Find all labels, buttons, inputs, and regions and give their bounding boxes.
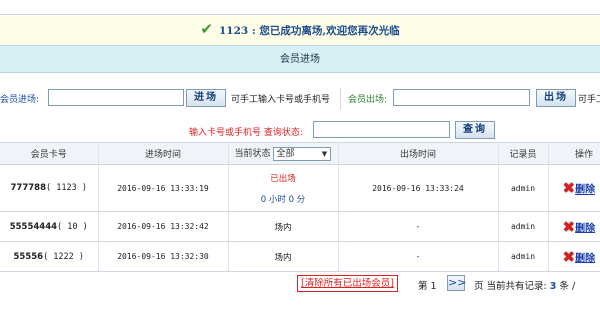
in-time-cell: 2016-09-16 13:33:19 (98, 164, 229, 212)
exit-button[interactable]: 出场 (536, 89, 576, 107)
page-indicator: 第 1 (418, 281, 437, 292)
total-prefix: 页 当前共有记录: (474, 281, 547, 292)
card-cell: 55554444( 10 ) (0, 211, 99, 242)
header-action: 操作 (548, 142, 600, 165)
status-filter-value: 全部 (276, 148, 295, 159)
entry-card-input[interactable] (48, 89, 184, 106)
in-time-cell: 2016-09-16 13:32:42 (98, 211, 229, 242)
entry-button[interactable]: 进场 (186, 89, 226, 107)
table-row: 55554444( 10 ) 2016-09-16 13:32:42 场内 - … (0, 211, 600, 242)
section-title: 会员进场 (0, 46, 600, 73)
header-recorder: 记录员 (498, 142, 549, 165)
success-notice: ✔ 1123 : 您已成功离场,欢迎您再次光临 (0, 14, 600, 46)
header-status: 当前状态 全部 ▼ (228, 142, 339, 165)
entry-hint: 可手工输入卡号或手机号 (231, 95, 331, 105)
exit-card-input[interactable] (393, 89, 530, 106)
record-total: 页 当前共有记录: 3 条 / (474, 278, 575, 292)
exit-hint: 可手工 (578, 95, 600, 105)
duration-text: 0 小时 0 分 (260, 194, 306, 205)
header-out-time: 出场时间 (338, 142, 499, 165)
entry-label: 会员进场: (0, 95, 40, 105)
query-input[interactable] (313, 121, 450, 138)
total-count: 3 (549, 281, 557, 292)
exit-label: 会员出场: (348, 95, 388, 105)
top-spacer (0, 0, 600, 14)
card-number: 777788 (10, 183, 47, 193)
recorder-cell: admin (498, 211, 549, 242)
action-cell: ✖删除 (548, 241, 600, 272)
header-in-time: 进场时间 (98, 142, 229, 165)
next-page-button[interactable]: >> (447, 275, 466, 291)
member-id: ( 1222 ) (43, 251, 85, 262)
delete-link[interactable]: 删除 (575, 185, 595, 196)
delete-x-icon[interactable]: ✖ (563, 179, 576, 197)
status-cell: 场内 (228, 241, 339, 272)
card-number: 55556 (13, 251, 44, 262)
status-cell: 已出场 0 小时 0 分 (228, 164, 339, 212)
member-id: ( 1123 ) (46, 183, 87, 193)
total-suffix: 条 / (559, 281, 576, 292)
status-filter-select[interactable]: 全部 ▼ (273, 146, 332, 161)
query-label: 输入卡号或手机号 查询状态: (189, 128, 303, 138)
action-cell: ✖删除 (548, 211, 600, 242)
member-id: ( 10 ) (57, 221, 88, 232)
query-button[interactable]: 查询 (455, 121, 495, 139)
delete-x-icon[interactable]: ✖ (563, 248, 576, 266)
status-cell: 场内 (228, 211, 339, 242)
entry-exit-bar: 会员进场: 进场 可手工输入卡号或手机号 会员出场: 出场 可手工 (0, 86, 600, 112)
recorder-cell: admin (498, 164, 549, 212)
in-time-cell: 2016-09-16 13:32:30 (98, 241, 229, 272)
out-time-cell: 2016-09-16 13:33:24 (338, 164, 499, 212)
action-cell: ✖删除 (548, 164, 600, 212)
card-cell: 777788( 1123 ) (0, 164, 99, 212)
delete-link[interactable]: 删除 (575, 253, 595, 264)
header-status-label: 当前状态 (234, 149, 271, 160)
delete-x-icon[interactable]: ✖ (563, 218, 576, 236)
chevron-down-icon: ▼ (321, 149, 328, 158)
status-text: 已出场 (270, 173, 296, 184)
table-header-row: 会员卡号 进场时间 当前状态 全部 ▼ 出场时间 记录员 操作 (0, 142, 600, 165)
pagination-bar: [清除所有已出场会员] 第 1 >> 页 当前共有记录: 3 条 / (0, 274, 600, 294)
card-cell: 55556( 1222 ) (0, 241, 99, 272)
table-row: 55556( 1222 ) 2016-09-16 13:32:30 场内 - a… (0, 241, 600, 272)
records-table: 会员卡号 进场时间 当前状态 全部 ▼ 出场时间 记录员 操作 777788( … (0, 142, 600, 272)
check-icon: ✔ (200, 19, 213, 38)
delete-link[interactable]: 删除 (575, 223, 595, 234)
out-time-cell: - (338, 241, 499, 272)
card-number: 55554444 (9, 221, 58, 232)
recorder-cell: admin (498, 241, 549, 272)
out-time-cell: - (338, 211, 499, 242)
table-row: 777788( 1123 ) 2016-09-16 13:33:19 已出场 0… (0, 164, 600, 212)
status-query-bar: 输入卡号或手机号 查询状态: 查询 (0, 120, 600, 142)
notice-message: 1123 : 您已成功离场,欢迎您再次光临 (219, 24, 400, 37)
header-card: 会员卡号 (0, 142, 99, 165)
clear-exited-button[interactable]: [清除所有已出场会员] (297, 275, 398, 292)
divider (340, 88, 341, 110)
